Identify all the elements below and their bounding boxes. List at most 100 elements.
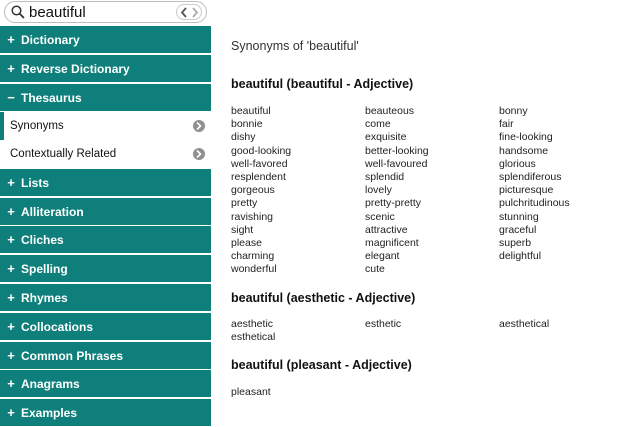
synonym-word: ravishing (231, 210, 274, 223)
synonym-word: delightful (499, 250, 542, 263)
sidebar-item-label: Thesaurus (21, 90, 82, 105)
expand-icon: + (7, 32, 15, 47)
sidebar-item-collocations[interactable]: + Collocations (0, 313, 211, 341)
expand-icon: + (7, 175, 15, 190)
sidebar-item-cliches[interactable]: + Cliches (0, 226, 211, 254)
section-heading: beautiful (pleasant - Adjective) (231, 358, 412, 372)
sidebar-item-common-phrases[interactable]: + Common Phrases (0, 342, 211, 370)
synonym-word: cute (365, 263, 385, 276)
sidebar-item-reverse-dictionary[interactable]: + Reverse Dictionary (0, 55, 211, 83)
synonym-word: well-favoured (365, 157, 428, 170)
synonym-word: wonderful (231, 263, 277, 276)
page-title: Synonyms of 'beautiful' (231, 39, 359, 53)
synonym-word: pretty (231, 197, 258, 210)
sidebar-item-label: Reverse Dictionary (21, 61, 130, 76)
synonym-word: scenic (365, 210, 395, 223)
sidebar: + Dictionary + Reverse Dictionary − Thes… (0, 0, 211, 427)
synonym-word: fair (499, 118, 514, 131)
sidebar-item-label: Spelling (21, 261, 68, 276)
sidebar-item-spelling[interactable]: + Spelling (0, 255, 211, 283)
synonym-word: attractive (365, 223, 408, 236)
synonym-word: pulchritudinous (499, 197, 570, 210)
synonym-word: splendid (365, 170, 405, 183)
sidebar-item-label: Common Phrases (21, 348, 124, 363)
expand-icon: + (7, 290, 15, 305)
chevron-right-icon[interactable] (191, 7, 199, 18)
sidebar-item-label: Synonyms (10, 120, 64, 132)
expand-icon: + (7, 204, 15, 219)
expand-icon: + (7, 376, 15, 391)
expand-icon: + (7, 232, 15, 247)
section-heading: beautiful (aesthetic - Adjective) (231, 291, 416, 305)
sidebar-item-anagrams[interactable]: + Anagrams (0, 370, 211, 398)
synonym-word: well-favored (231, 157, 288, 170)
synonym-column: pleasant (231, 386, 271, 399)
synonym-word: magnificent (365, 236, 419, 249)
synonym-word: esthetical (231, 331, 276, 344)
synonym-word: fine-looking (499, 131, 553, 144)
sidebar-item-label: Contextually Related (10, 148, 117, 160)
synonym-column: beauteous come exquisite better-looking well… (365, 105, 429, 276)
chevron-right-circle-icon (193, 120, 205, 132)
synonym-word: sight (231, 223, 254, 236)
synonym-word: gorgeous (231, 184, 275, 197)
expand-icon: + (7, 261, 15, 276)
synonym-column: esthetic (365, 318, 401, 331)
sidebar-item-dictionary[interactable]: + Dictionary (0, 26, 211, 54)
sidebar-item-label: Cliches (21, 232, 64, 247)
expand-icon: + (7, 348, 15, 363)
synonym-word: exquisite (365, 131, 407, 144)
synonym-word: dishy (231, 131, 256, 144)
synonym-word: resplendent (231, 170, 286, 183)
synonym-word: aesthetical (499, 318, 550, 330)
synonym-word: handsome (499, 144, 549, 157)
synonym-column: aesthetical (499, 318, 549, 331)
sidebar-item-alliteration[interactable]: + Alliteration (0, 198, 211, 226)
sidebar-item-examples[interactable]: + Examples (0, 399, 211, 427)
sidebar-item-label: Examples (21, 405, 78, 420)
magnifier-icon[interactable] (11, 5, 25, 19)
search-input[interactable] (29, 3, 179, 21)
synonym-word: superb (499, 236, 532, 249)
synonym-word: beauteous (365, 105, 415, 117)
sidebar-item-label: Collocations (21, 319, 94, 334)
synonym-word: stunning (499, 210, 539, 223)
sidebar-item-lists[interactable]: + Lists (0, 169, 211, 197)
synonym-word: bonnie (231, 118, 263, 131)
section-heading: beautiful (beautiful - Adjective) (231, 77, 414, 91)
chevron-left-icon[interactable] (180, 7, 188, 18)
synonym-word: pretty-pretty (365, 197, 422, 210)
sidebar-item-thesaurus[interactable]: − Thesaurus (0, 84, 211, 112)
sidebar-item-label: Rhymes (21, 290, 68, 305)
synonym-column: bonny fair fine-looking handsome glorious spl… (499, 105, 570, 263)
sidebar-item-rhymes[interactable]: + Rhymes (0, 284, 211, 312)
sidebar-item-label: Dictionary (21, 32, 80, 47)
search-box (4, 1, 207, 23)
synonym-word: graceful (499, 223, 537, 236)
collapse-icon: − (7, 90, 15, 105)
sidebar-item-label: Lists (21, 175, 50, 190)
synonym-word: bonny (499, 105, 528, 117)
expand-icon: + (7, 61, 15, 76)
synonym-word: esthetic (365, 318, 402, 330)
synonym-word: pleasant (231, 386, 271, 398)
expand-icon: + (7, 405, 15, 420)
search-nav (176, 4, 202, 20)
synonym-word: better-looking (365, 144, 429, 157)
synonym-column: aesthetic esthetical (231, 318, 275, 344)
synonym-word: charming (231, 250, 275, 263)
synonym-word: elegant (365, 250, 400, 263)
synonym-word: please (231, 236, 262, 249)
synonym-word: beautiful (231, 105, 271, 117)
chevron-right-circle-icon (193, 148, 205, 160)
sidebar-subitem-contextually-related[interactable]: Contextually Related (0, 140, 211, 168)
synonym-word: glorious (499, 157, 536, 170)
synonym-column: beautiful bonnie dishy good-looking well-fav… (231, 105, 291, 276)
sidebar-subitem-synonyms[interactable]: Synonyms (0, 112, 211, 140)
expand-icon: + (7, 319, 15, 334)
synonym-word: lovely (365, 184, 392, 197)
synonym-word: come (365, 118, 391, 131)
sidebar-item-label: Alliteration (21, 204, 84, 219)
synonym-word: good-looking (231, 144, 292, 157)
synonym-word: aesthetic (231, 318, 274, 330)
